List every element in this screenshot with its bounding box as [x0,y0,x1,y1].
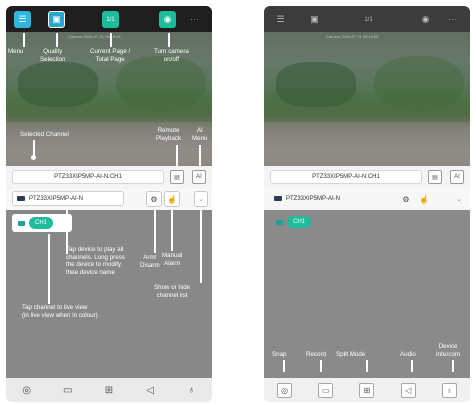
video-blur [116,56,206,111]
video-view[interactable]: Camera 2024-07-31 09:15:28 [264,32,470,166]
channel-row[interactable]: CH1 [270,213,330,231]
annotation-tap-channel: Tap channel to live view (in live view w… [22,304,98,319]
annotation-record: Record [306,351,326,358]
selected-channel-bar: PTZ33XIP5MP-AI-N:CH1 ▤ AI [6,166,212,188]
annotation-line [48,234,50,304]
device-icon [274,196,282,201]
remote-playback-button[interactable]: ▤ [170,170,184,184]
menu-icon[interactable]: ☰ [272,11,289,28]
menu-icon[interactable]: ☰ [14,11,31,28]
annotation-line [452,360,454,372]
video-blur [264,122,470,166]
record-icon[interactable]: ▭ [60,383,75,398]
device-name-box[interactable]: PTZ33XIP5MP-AI-N [12,191,124,206]
annotation-line [23,33,25,47]
annotation-menu: Menu [8,48,24,55]
osd-text: Camera 2024-07-31 09:15:28 [68,34,121,39]
device-icon [17,196,25,201]
video-blur [276,62,356,107]
annotation-line [176,145,178,169]
annotation-line [168,33,170,47]
channel-row[interactable]: CH1 [12,214,72,232]
split-mode-icon[interactable]: ⊞ [359,382,375,398]
top-bar: ☰ ▣ 1/1 ◉ ⋯ [6,6,212,32]
annotation-arm-disarm: Arm/ Disarm [140,254,160,269]
device-row: PTZ33XIP5MP-AI-N ⚙ ☝ ⌄ [264,188,470,210]
device-name: PTZ33XIP5MP-AI-N [29,195,84,202]
channel-pill[interactable]: CH1 [29,217,54,229]
snap-icon[interactable]: ◎ [19,383,34,398]
top-bar: ☰ ▣ 1/1 ◉ ⋯ [264,6,470,32]
annotation-line [283,360,285,372]
device-row: PTZ33XIP5MP-AI-N ⚙ ☝ ⌄ [6,188,212,210]
annotation-tap-device: Tap device to play all channels. Long pr… [66,246,125,276]
selected-channel-box[interactable]: PTZ33XIP5MP-AI-N:CH1 [12,170,164,184]
channel-pill[interactable]: CH1 [287,216,312,228]
manual-alarm-button[interactable]: ☝ [416,191,432,207]
annotation-line [411,360,413,372]
quality-icon[interactable]: ▣ [306,11,323,28]
annotation-line [200,209,202,283]
annotation-line [56,33,58,47]
intercom-icon[interactable]: ♁ [441,382,457,398]
annotation-remote-playback: Remote Playback [156,127,182,142]
video-blur [18,62,98,107]
chevron-down-icon[interactable]: ⌄ [452,191,466,207]
annotation-manual-alarm: Manual Alarm [162,252,183,267]
annotation-snap: Snap [272,351,287,358]
annotation-turn-camera: Turn camera on/off [154,48,189,63]
camera-icon [18,220,25,226]
annotation-line [171,207,173,251]
left-screenshot: ☰ ▣ 1/1 ◉ ⋯ Camera 2024-07-31 09:15:28 P… [6,6,212,402]
ai-menu-button[interactable]: AI [192,170,206,184]
annotation-device-intercom: Device Intercom [436,343,461,358]
annotation-line [320,360,322,372]
remote-playback-button[interactable]: ▤ [428,170,442,184]
device-name-box[interactable]: PTZ33XIP5MP-AI-N [270,191,382,206]
camera-toggle-icon[interactable]: ◉ [417,11,434,28]
more-icon[interactable]: ⋯ [444,11,461,28]
camera-toggle-icon[interactable]: ◉ [159,11,176,28]
arm-disarm-button[interactable]: ⚙ [146,191,162,207]
annotation-line [154,207,156,253]
annotation-selected-channel: Selected Channel [20,131,69,138]
selected-channel-box[interactable]: PTZ33XIP5MP-AI-N:CH1 [270,170,422,184]
annotation-split-mode: Split Mode [336,351,366,358]
page-indicator[interactable]: 1/1 [360,11,377,28]
annotation-ai-menu: AI Menu [192,127,208,142]
audio-icon[interactable]: ◁ [143,383,158,398]
annotation-show-hide: Show or hide channel list [154,284,191,299]
split-mode-icon[interactable]: ⊞ [101,383,116,398]
record-icon[interactable]: ▭ [318,382,334,398]
annotation-dot [31,155,36,160]
annotation-audio: Audio [400,351,416,358]
chevron-down-icon[interactable]: ⌄ [194,191,208,207]
selected-channel-bar: PTZ33XIP5MP-AI-N:CH1 ▤ AI [264,166,470,188]
annotation-quality: Quality Selection [40,48,66,63]
bottom-toolbar: ◎ ▭ ⊞ ◁ ♁ [264,378,470,402]
manual-alarm-button[interactable]: ☝ [164,191,180,207]
video-blur [374,56,464,111]
annotation-line [199,145,201,169]
more-icon[interactable]: ⋯ [186,11,203,28]
camera-icon [276,219,283,225]
annotation-current-page: Current Page / Total Page [90,48,131,63]
annotation-line [110,33,112,47]
snap-icon[interactable]: ◎ [277,382,293,398]
arm-disarm-button[interactable]: ⚙ [398,191,414,207]
page-indicator[interactable]: 1/1 [102,11,119,28]
right-screenshot: ☰ ▣ 1/1 ◉ ⋯ Camera 2024-07-31 09:15:28 P… [264,6,470,402]
device-name: PTZ33XIP5MP-AI-N [286,195,341,202]
osd-text: Camera 2024-07-31 09:15:28 [326,34,379,39]
audio-icon[interactable]: ◁ [400,382,416,398]
quality-icon[interactable]: ▣ [48,11,65,28]
intercom-icon[interactable]: ♁ [184,383,199,398]
annotation-line [366,360,368,372]
bottom-toolbar: ◎ ▭ ⊞ ◁ ♁ [6,378,212,402]
ai-menu-button[interactable]: AI [450,170,464,184]
